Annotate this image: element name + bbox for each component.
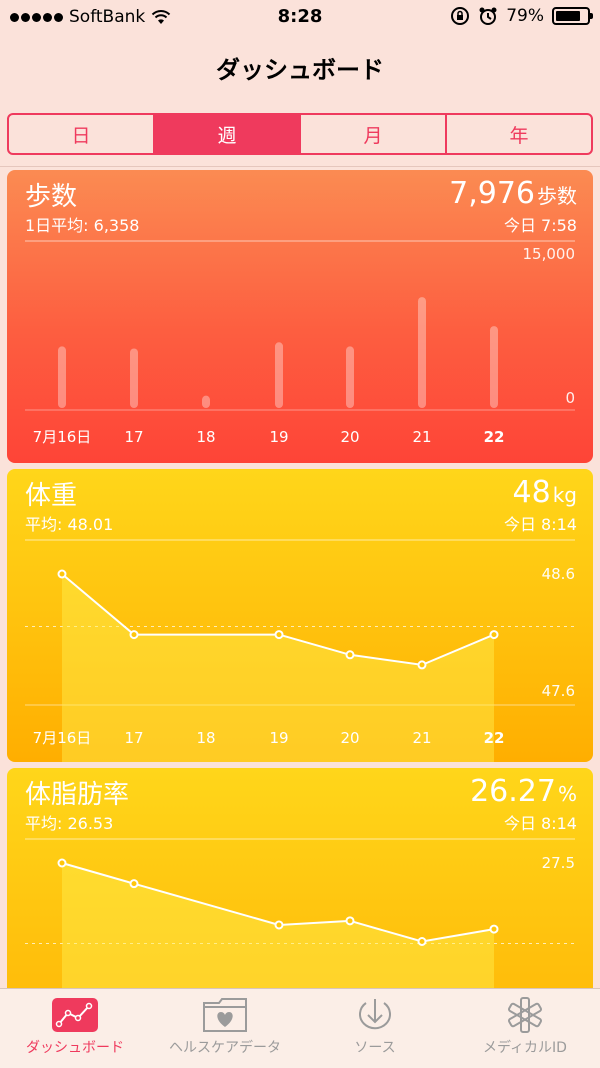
header-divider: [0, 166, 600, 167]
tab-health-data[interactable]: ヘルスケアデータ: [150, 989, 300, 1068]
dashboard-icon: [52, 998, 98, 1032]
x-tick-label: 7月16日: [33, 428, 92, 446]
x-tick-label: 21: [412, 428, 431, 446]
value-number: 26.27: [470, 774, 556, 809]
step-bar: [490, 326, 498, 408]
x-tick-label: 22: [484, 729, 505, 747]
data-point: [57, 858, 67, 868]
segment-month[interactable]: 月: [301, 115, 447, 153]
tab-medical-id[interactable]: メディカルID: [450, 989, 600, 1068]
value-unit: 歩数: [537, 184, 577, 208]
card-value: 48 kg: [513, 475, 577, 510]
alarm-icon: [479, 7, 497, 25]
step-bar: [275, 342, 283, 408]
data-point: [417, 660, 427, 670]
battery-percent: 79%: [506, 6, 544, 26]
data-point: [345, 916, 355, 926]
y-max-label: 15,000: [523, 245, 576, 263]
health-data-icon: [203, 998, 247, 1032]
segment-week[interactable]: 週: [155, 115, 301, 153]
step-bar: [58, 346, 66, 408]
card-timestamp: 今日 8:14: [503, 515, 577, 534]
x-tick-label: 22: [484, 428, 505, 446]
card-average: 1日平均: 6,358: [25, 216, 140, 235]
x-tick-label: 19: [269, 729, 288, 747]
card-timestamp: 今日 7:58: [503, 216, 577, 235]
x-tick-label: 17: [124, 729, 143, 747]
value-unit: kg: [552, 483, 577, 507]
x-tick-label: 18: [196, 428, 215, 446]
data-point: [417, 937, 427, 946]
card-title: 歩数: [25, 182, 78, 212]
segment-day[interactable]: 日: [9, 115, 155, 153]
battery-icon: [552, 7, 593, 25]
data-point: [345, 650, 355, 660]
data-point: [274, 630, 284, 640]
step-bar: [202, 395, 210, 408]
sources-icon: [359, 999, 391, 1030]
x-tick-label: 19: [269, 428, 288, 446]
value-number: 7,976: [449, 176, 535, 211]
medical-id-icon: [508, 997, 542, 1033]
tab-dashboard[interactable]: ダッシュボード: [0, 989, 150, 1068]
card-title: 体脂肪率: [25, 780, 130, 810]
x-tick-label: 20: [340, 428, 359, 446]
card-title: 体重: [25, 481, 78, 511]
y-max-label: 27.5: [542, 854, 575, 872]
x-tick-label: 7月16日: [33, 729, 92, 747]
card-average: 平均: 48.01: [25, 515, 114, 534]
data-point: [489, 630, 499, 640]
rotation-lock-icon: [451, 7, 470, 25]
period-segmented-control: 日 週 月 年: [7, 113, 593, 155]
segment-year[interactable]: 年: [447, 115, 591, 153]
data-point: [274, 920, 284, 930]
card-timestamp: 今日 8:14: [503, 814, 577, 833]
x-tick-label: 18: [196, 729, 215, 747]
tab-label: ソース: [354, 1040, 396, 1056]
value-unit: %: [557, 782, 577, 806]
card-value: 7,976 歩数: [449, 176, 577, 211]
data-point: [129, 879, 139, 889]
card-value: 26.27%: [470, 774, 577, 809]
data-point: [489, 924, 499, 934]
x-tick-label: 17: [124, 428, 143, 446]
step-bar: [346, 346, 354, 408]
battery-level: [556, 11, 580, 21]
x-tick-label: 21: [412, 729, 431, 747]
value-number: 48: [512, 475, 551, 510]
tab-bar: ダッシュボード ヘルスケアデータ ソース メディカルID: [0, 988, 600, 1068]
step-bar: [418, 297, 426, 408]
data-point: [57, 569, 67, 579]
tab-label: メディカルID: [483, 1040, 567, 1056]
steps-card[interactable]: 15,000 0 7月16日 17 18 19 20 21 22 歩数 1日平均: 6,358 …: [7, 170, 593, 463]
status-bar: SoftBank 8:28 79%: [0, 0, 600, 36]
y-min-label: 47.6: [542, 682, 575, 700]
card-average: 平均: 26.53: [25, 814, 114, 833]
tab-sources[interactable]: ソース: [300, 989, 450, 1068]
y-min-label: 0: [565, 389, 575, 407]
tab-label: ヘルスケアデータ: [169, 1040, 281, 1056]
data-point: [129, 630, 139, 640]
step-bar: [130, 348, 138, 408]
weight-card[interactable]: 48.6 47.6 7月16日 17 18 19 20 21 22 体重 平均: 48.01 4…: [7, 469, 593, 762]
y-max-label: 48.6: [542, 565, 575, 583]
x-tick-label: 20: [340, 729, 359, 747]
page-title: ダッシュボード: [216, 56, 384, 84]
tab-label: ダッシュボード: [26, 1040, 124, 1056]
